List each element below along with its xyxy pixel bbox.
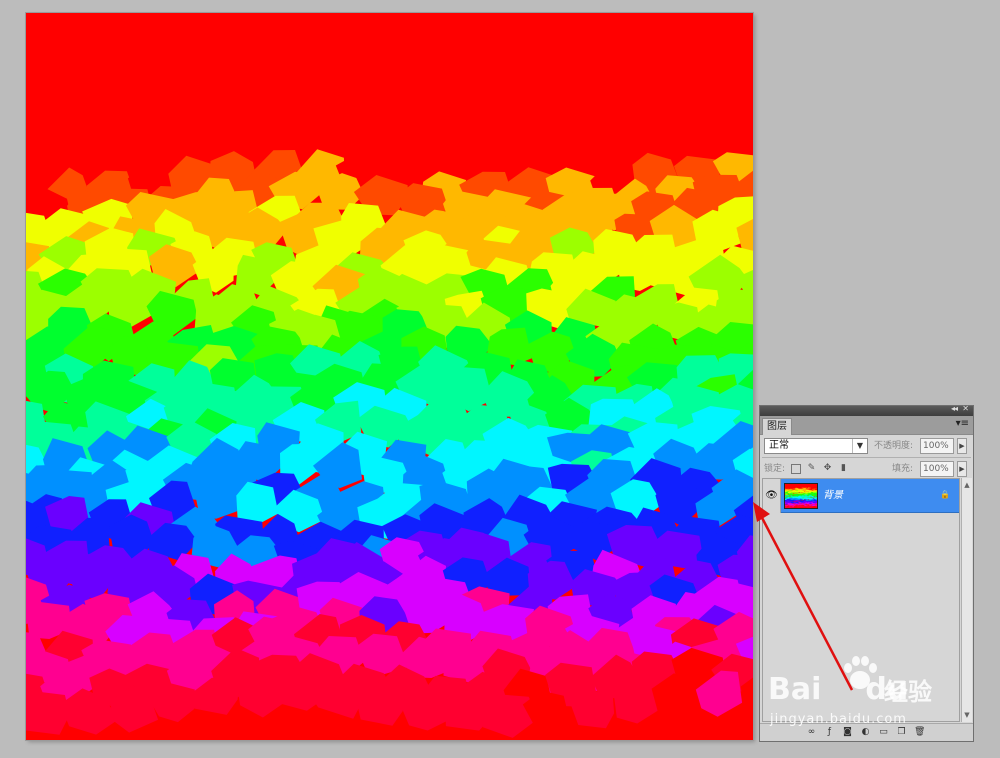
panel-tab-row: 图层 ▾≡ — [760, 416, 973, 435]
opacity-slider-button[interactable]: ▶ — [957, 438, 967, 454]
lock-image-brush-icon[interactable]: ✎ — [806, 463, 817, 474]
lock-fill-row: 锁定: ✎ ✥ ▮ 填充: 100% ▶ — [760, 458, 973, 480]
layer-thumbnail-image — [785, 484, 817, 508]
scroll-up-icon[interactable]: ▲ — [962, 480, 972, 490]
layer-thumbnail — [784, 483, 818, 509]
panel-title-bar[interactable]: ◂◂ ✕ — [760, 404, 973, 416]
tab-layers[interactable]: 图层 — [762, 418, 792, 435]
baidu-jingyan-watermark: Bai du 经验 jingyan.baidu.com — [762, 652, 962, 732]
blend-opacity-row: 正常 ▼ 不透明度: 100% ▶ — [760, 435, 973, 457]
crystal-cell — [799, 505, 804, 508]
crystallized-rainbow-image — [26, 13, 753, 740]
fill-field[interactable]: 100% — [920, 461, 954, 477]
blend-mode-value: 正常 — [769, 440, 789, 451]
collapse-panel-icon[interactable]: ◂◂ — [951, 404, 958, 413]
fill-label: 填充: — [892, 464, 914, 474]
lock-options: ✎ ✥ ▮ — [791, 463, 849, 474]
lock-label: 锁定: — [764, 464, 786, 474]
lock-transparency-icon[interactable] — [791, 464, 801, 474]
lock-icon: 🔒 — [940, 490, 950, 499]
scroll-down-icon[interactable]: ▼ — [962, 710, 972, 720]
opacity-label: 不透明度: — [874, 441, 914, 451]
chevron-down-icon: ▼ — [852, 439, 867, 453]
eye-icon[interactable]: 👁 — [763, 479, 781, 513]
document-canvas[interactable] — [26, 13, 753, 740]
watermark-url: jingyan.baidu.com — [770, 712, 907, 727]
layer-name[interactable]: 背景 — [823, 479, 843, 513]
panel-menu-icon[interactable]: ▾≡ — [956, 418, 969, 429]
lock-position-move-icon[interactable]: ✥ — [822, 463, 833, 474]
opacity-field[interactable]: 100% — [920, 438, 954, 454]
baidu-paw-icon — [844, 656, 877, 689]
blend-mode-select[interactable]: 正常 ▼ — [764, 438, 868, 454]
layer-row-background[interactable]: 👁 背景 🔒 — [763, 479, 959, 513]
watermark-brand: 经验 — [884, 678, 932, 706]
fill-slider-button[interactable]: ▶ — [957, 461, 967, 477]
lock-all-icon[interactable]: ▮ — [838, 463, 849, 474]
layer-list-scrollbar[interactable]: ▲ ▼ — [961, 478, 972, 722]
close-panel-icon[interactable]: ✕ — [962, 404, 969, 413]
